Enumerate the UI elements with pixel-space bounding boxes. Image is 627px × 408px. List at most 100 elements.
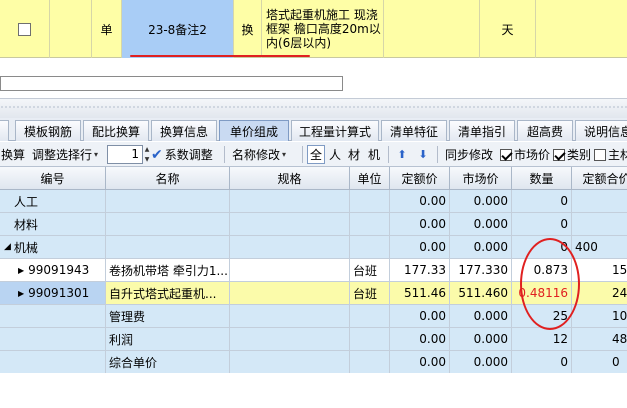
sync-modify-button[interactable]: 同步修改 bbox=[445, 145, 493, 164]
dropdown-arrow-icon: ▾ bbox=[94, 150, 99, 159]
formula-input[interactable] bbox=[0, 76, 343, 91]
coef-adjust-label: 系数调整 bbox=[164, 148, 213, 162]
row-select-cell[interactable] bbox=[0, 0, 50, 58]
spin-up-icon[interactable]: ▲ bbox=[144, 145, 150, 154]
table-row-labor[interactable]: 人工 0.00 0.000 0 0 bbox=[0, 190, 627, 213]
cell-spec bbox=[230, 328, 350, 351]
tab-bill-guide[interactable]: 清单指引 bbox=[449, 120, 515, 141]
quota-code-cell[interactable]: 23-8备注2 bbox=[122, 0, 234, 58]
cell-unit: 台班 bbox=[350, 282, 390, 305]
cell-name bbox=[106, 190, 230, 213]
tab-description-info[interactable]: 说明信息 bbox=[575, 120, 627, 141]
cell-name: 管理费 bbox=[106, 305, 230, 328]
cell-spec bbox=[230, 282, 350, 305]
cell-quota-total: 0 bbox=[572, 190, 627, 213]
table-row-material[interactable]: 材料 0.00 0.000 0 0 bbox=[0, 213, 627, 236]
market-price-label: 市场价 bbox=[514, 148, 551, 162]
adjust-select-row-button[interactable]: 调整选择行 ▾ bbox=[32, 145, 98, 164]
cell-market-price: 177.330 bbox=[450, 259, 512, 282]
cell-quantity: 0 bbox=[512, 213, 572, 236]
cell-code bbox=[0, 351, 106, 374]
name-modify-button[interactable]: 名称修改 ▾ bbox=[232, 145, 286, 164]
row-checkbox[interactable] bbox=[18, 22, 31, 36]
quota-description: 塔式起重机施工 现浇框架 檐口高度20m以内(6层以内) bbox=[266, 8, 381, 50]
main-material-checkbox[interactable] bbox=[594, 148, 606, 161]
cell-quota-total: 246 bbox=[572, 282, 627, 305]
cell-code: 材料 bbox=[0, 213, 106, 236]
empty-cell bbox=[384, 0, 480, 58]
spin-down-icon[interactable]: ▼ bbox=[144, 155, 150, 164]
cell-quantity: 12 bbox=[512, 328, 572, 351]
tab-unit-price-composition[interactable]: 单价组成 bbox=[219, 120, 289, 141]
cell-unit bbox=[350, 351, 390, 374]
filter-material-button[interactable]: 材 bbox=[348, 145, 360, 164]
splitter-grip bbox=[0, 105, 627, 109]
arrow-down-icon: ⬇ bbox=[418, 148, 428, 161]
category-toggle[interactable]: 类别 bbox=[553, 145, 591, 164]
cell-quota-total: 154 bbox=[572, 259, 627, 282]
cell-quota-price: 0.00 bbox=[390, 190, 450, 213]
convert-button[interactable]: 换算 bbox=[1, 145, 25, 164]
table-row-comprehensive-price[interactable]: 综合单价 0.00 0.000 0 0 bbox=[0, 351, 627, 374]
cell-market-price: 0.000 bbox=[450, 236, 512, 259]
toolbar-separator bbox=[388, 146, 389, 163]
tab-quantity-formula[interactable]: 工程量计算式 bbox=[291, 120, 379, 141]
col-header-spec[interactable]: 规格 bbox=[230, 167, 350, 190]
cell-code bbox=[0, 305, 106, 328]
market-price-checkbox[interactable] bbox=[500, 148, 512, 161]
adjust-row-count-input[interactable]: 1 bbox=[107, 145, 143, 164]
col-header-quota-price[interactable]: 定额价 bbox=[390, 167, 450, 190]
cell-code: 人工 bbox=[0, 190, 106, 213]
expand-triangle-icon[interactable]: ▶ bbox=[18, 289, 24, 298]
main-material-toggle[interactable]: 主材 bbox=[594, 145, 627, 164]
filter-machine-button[interactable]: 机 bbox=[368, 145, 380, 164]
quota-row[interactable]: 单 23-8备注2 换 塔式起重机施工 现浇框架 檐口高度20m以内(6层以内)… bbox=[0, 0, 627, 58]
formula-bar-area bbox=[0, 59, 627, 97]
col-header-market-price[interactable]: 市场价 bbox=[450, 167, 512, 190]
cell-quota-price: 0.00 bbox=[390, 351, 450, 374]
coef-adjust-button[interactable]: ✔ 系数调整 bbox=[151, 145, 213, 164]
tab-formwork-rebar[interactable]: 模板钢筋 bbox=[15, 120, 81, 141]
move-up-button[interactable]: ⬆ bbox=[395, 145, 409, 164]
empty-cell bbox=[536, 0, 627, 58]
cell-name: 利润 bbox=[106, 328, 230, 351]
name-modify-label: 名称修改 bbox=[232, 148, 281, 162]
tab-conversion-info[interactable]: 换算信息 bbox=[151, 120, 217, 141]
col-header-quantity[interactable]: 数量 bbox=[512, 167, 572, 190]
move-down-button[interactable]: ⬇ bbox=[416, 145, 430, 164]
cell-spec bbox=[230, 305, 350, 328]
cell-market-price: 0.000 bbox=[450, 305, 512, 328]
cell-spec bbox=[230, 190, 350, 213]
cell-market-price: 511.460 bbox=[450, 282, 512, 305]
cell-quota-total: 0 bbox=[572, 351, 627, 374]
cell-code-text: 99091943 bbox=[28, 263, 90, 277]
tab-hidden-left[interactable] bbox=[0, 120, 9, 141]
quota-description-cell[interactable]: 塔式起重机施工 现浇框架 檐口高度20m以内(6层以内) bbox=[262, 0, 384, 58]
cell-unit bbox=[350, 328, 390, 351]
cell-code: ◢ 机械 bbox=[0, 236, 106, 259]
tab-bill-features[interactable]: 清单特征 bbox=[381, 120, 447, 141]
market-price-toggle[interactable]: 市场价 bbox=[500, 145, 550, 164]
filter-all-button[interactable]: 全 bbox=[307, 145, 326, 164]
table-row-profit[interactable]: 利润 0.00 0.000 12 48 bbox=[0, 328, 627, 351]
red-circle-annotation bbox=[520, 238, 580, 330]
col-header-unit[interactable]: 单位 bbox=[350, 167, 390, 190]
category-checkbox[interactable] bbox=[553, 148, 565, 161]
expand-triangle-icon[interactable]: ▶ bbox=[18, 266, 24, 275]
collapse-triangle-icon[interactable]: ◢ bbox=[4, 242, 11, 252]
red-underline-annotation bbox=[130, 55, 310, 57]
cell-market-price: 0.000 bbox=[450, 328, 512, 351]
category-label: 类别 bbox=[567, 148, 592, 162]
col-header-name[interactable]: 名称 bbox=[106, 167, 230, 190]
col-header-quota-total[interactable]: 定额合价 bbox=[572, 167, 627, 190]
cell-quota-total: 0 bbox=[572, 213, 627, 236]
filter-labor-button[interactable]: 人 bbox=[329, 145, 341, 164]
composition-toolbar: 换算 调整选择行 ▾ 1 ▲ ▼ ✔ 系数调整 名称修改 ▾ 全 人 材 机 ⬆… bbox=[0, 142, 627, 167]
tab-height-surcharge[interactable]: 超高费 bbox=[517, 120, 573, 141]
tab-ratio-conversion[interactable]: 配比换算 bbox=[83, 120, 149, 141]
cell-name: 综合单价 bbox=[106, 351, 230, 374]
toolbar-separator bbox=[302, 146, 303, 163]
unit-type-cell: 单 bbox=[92, 0, 122, 58]
col-header-code[interactable]: 编号 bbox=[0, 167, 106, 190]
cell-market-price: 0.000 bbox=[450, 190, 512, 213]
